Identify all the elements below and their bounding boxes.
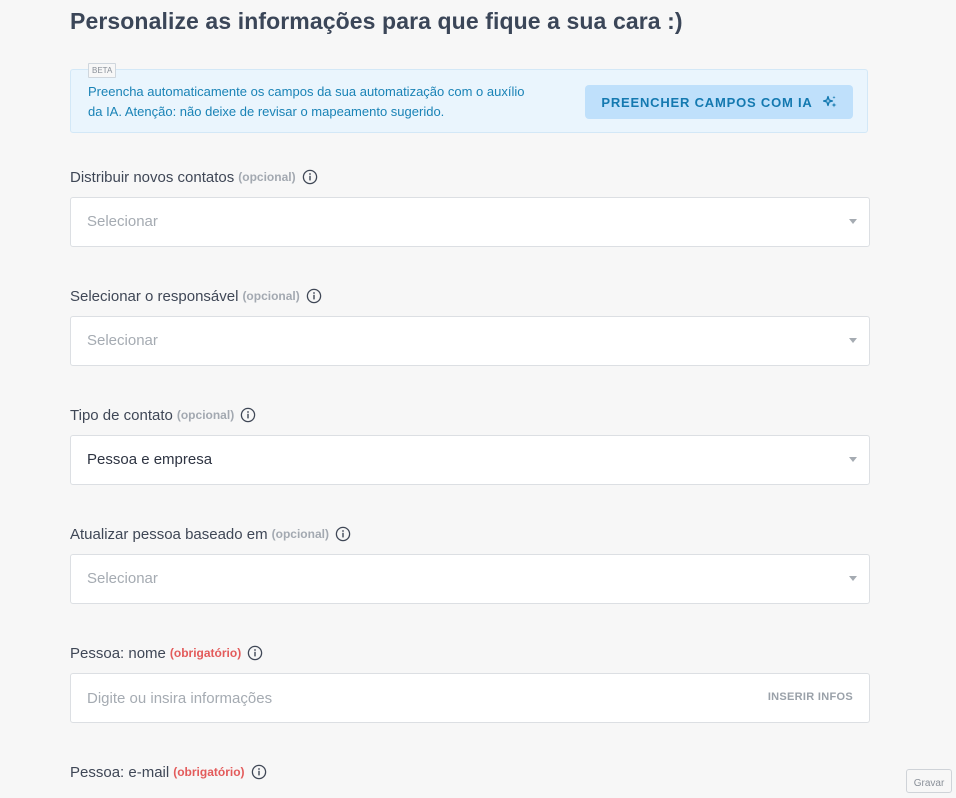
optional-tag: (opcional) (176, 408, 235, 422)
chevron-down-icon (849, 576, 857, 581)
fill-fields-with-ai-button[interactable]: PREENCHER CAMPOS COM IA (585, 85, 853, 119)
optional-tag: (opcional) (271, 527, 329, 541)
person-email-field: Pessoa: e-mail (obrigatório) (70, 762, 870, 782)
contact-type-select[interactable]: Pessoa e empresa (70, 435, 870, 485)
field-label: Pessoa: nome (70, 644, 166, 662)
optional-tag: (opcional) (238, 170, 296, 184)
person-name-input-wrapper: INSERIR INFOS (70, 673, 870, 723)
responsible-select[interactable]: Selecionar (70, 316, 870, 366)
field-label: Selecionar o responsável (70, 287, 239, 305)
chevron-down-icon (849, 219, 857, 224)
field-label: Pessoa: e-mail (70, 763, 170, 781)
info-icon[interactable] (247, 645, 263, 661)
distribute-contacts-field: Distribuir novos contatos (opcional) Sel… (70, 167, 870, 247)
beta-badge: BETA (88, 63, 117, 78)
chevron-down-icon (849, 338, 857, 343)
select-placeholder: Selecionar (87, 332, 158, 349)
update-person-based-on-select[interactable]: Selecionar (70, 554, 870, 604)
optional-tag: (opcional) (242, 289, 300, 303)
update-person-based-on-field: Atualizar pessoa baseado em (opcional) S… (70, 524, 870, 604)
distribute-contacts-select[interactable]: Selecionar (70, 197, 870, 247)
select-placeholder: Selecionar (87, 213, 158, 230)
person-name-input[interactable] (87, 674, 747, 722)
record-button[interactable]: Gravar (906, 769, 952, 793)
field-label: Distribuir novos contatos (70, 168, 235, 186)
info-icon[interactable] (251, 764, 267, 780)
field-label: Atualizar pessoa baseado em (70, 525, 268, 543)
info-icon[interactable] (240, 407, 256, 423)
insert-infos-button[interactable]: INSERIR INFOS (768, 691, 853, 703)
ai-banner-text: Preencha automaticamente os campos da su… (88, 84, 525, 119)
responsible-field: Selecionar o responsável (opcional) Sele… (70, 286, 870, 366)
required-tag: (obrigatório) (169, 646, 242, 660)
chevron-down-icon (849, 457, 857, 462)
fill-fields-with-ai-label: PREENCHER CAMPOS COM IA (601, 94, 813, 110)
page-title: Personalize as informações para que fiqu… (70, 8, 683, 34)
field-label: Tipo de contato (70, 406, 173, 424)
select-value: Pessoa e empresa (87, 451, 213, 468)
ai-fill-banner: BETA Preencha automaticamente os campos … (70, 63, 868, 133)
sparkles-icon (822, 95, 837, 109)
person-name-field: Pessoa: nome (obrigatório) INSERIR INFOS (70, 643, 870, 723)
contact-type-field: Tipo de contato (opcional) Pessoa e empr… (70, 405, 870, 485)
info-icon[interactable] (306, 288, 322, 304)
info-icon[interactable] (335, 526, 351, 542)
info-icon[interactable] (302, 169, 318, 185)
required-tag: (obrigatório) (173, 765, 245, 779)
select-placeholder: Selecionar (87, 570, 158, 587)
